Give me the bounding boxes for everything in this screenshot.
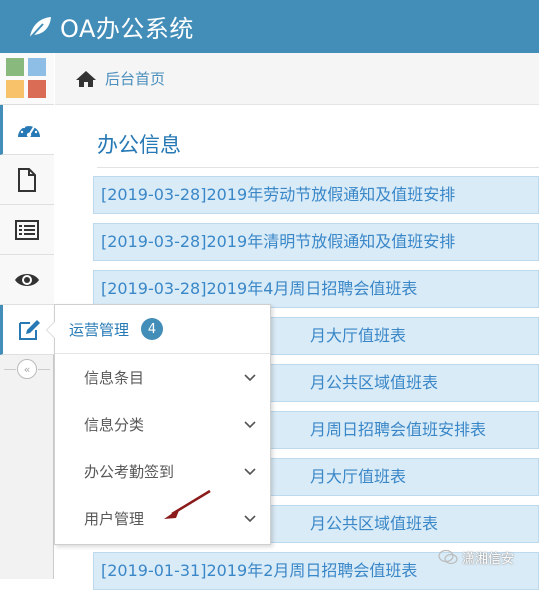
top-navbar: OA办公系统 (0, 0, 539, 53)
shortcut-tile-red[interactable] (28, 80, 46, 98)
shortcut-tile-green[interactable] (6, 58, 24, 76)
annotation-arrow-icon (164, 489, 211, 519)
chevron-down-icon (244, 373, 256, 381)
news-item[interactable]: [2019-03-28]2019年劳动节放假通知及值班安排 (93, 176, 539, 214)
submenu-item-info-entries[interactable]: 信息条目 (55, 354, 270, 401)
sidebar-shortcuts (0, 53, 54, 105)
edit-icon (18, 319, 40, 340)
news-item[interactable]: [2019-03-28]2019年4月周日招聘会值班表 (93, 270, 539, 308)
list-icon (15, 219, 39, 240)
sidebar-item-view[interactable] (0, 255, 54, 305)
submenu-header[interactable]: 运营管理 4 (55, 305, 270, 354)
double-chevron-left-icon[interactable]: « (17, 359, 37, 379)
sidebar-item-documents[interactable] (0, 155, 54, 205)
chevron-down-icon (244, 514, 256, 522)
submenu-item-label: 信息条目 (84, 369, 145, 387)
news-item[interactable]: [2019-03-28]2019年清明节放假通知及值班安排 (93, 223, 539, 261)
sidebar-item-dashboard[interactable] (0, 105, 54, 155)
leaf-logo-icon (29, 16, 51, 39)
chevron-down-icon (244, 420, 256, 428)
shortcut-tile-orange[interactable] (6, 80, 24, 98)
eye-icon (15, 273, 39, 286)
watermark: 潇湘信安 (438, 545, 533, 569)
breadcrumb-home-link[interactable]: 后台首页 (105, 68, 165, 89)
chevron-down-icon (244, 467, 256, 475)
page-title: 办公信息 (97, 133, 181, 157)
submenu-item-label: 办公考勤签到 (84, 463, 175, 481)
home-icon[interactable] (75, 70, 97, 88)
count-badge: 4 (141, 318, 164, 340)
file-icon (18, 167, 36, 192)
submenu-item-label: 信息分类 (84, 416, 145, 434)
sidebar-item-list[interactable] (0, 205, 54, 255)
wechat-icon (438, 549, 458, 565)
watermark-text: 潇湘信安 (462, 551, 515, 567)
submenu-item-label: 用户管理 (84, 510, 145, 528)
dashboard-icon (17, 123, 40, 137)
app-title: OA办公系统 (60, 15, 194, 43)
sidebar: « (0, 53, 54, 579)
breadcrumb: 后台首页 (55, 53, 539, 105)
submenu-item-info-categories[interactable]: 信息分类 (55, 401, 270, 448)
submenu-title: 运营管理 (69, 320, 130, 339)
sidebar-collapse: « (0, 358, 54, 380)
shortcut-tile-blue[interactable] (28, 58, 46, 76)
title-divider (97, 167, 539, 168)
